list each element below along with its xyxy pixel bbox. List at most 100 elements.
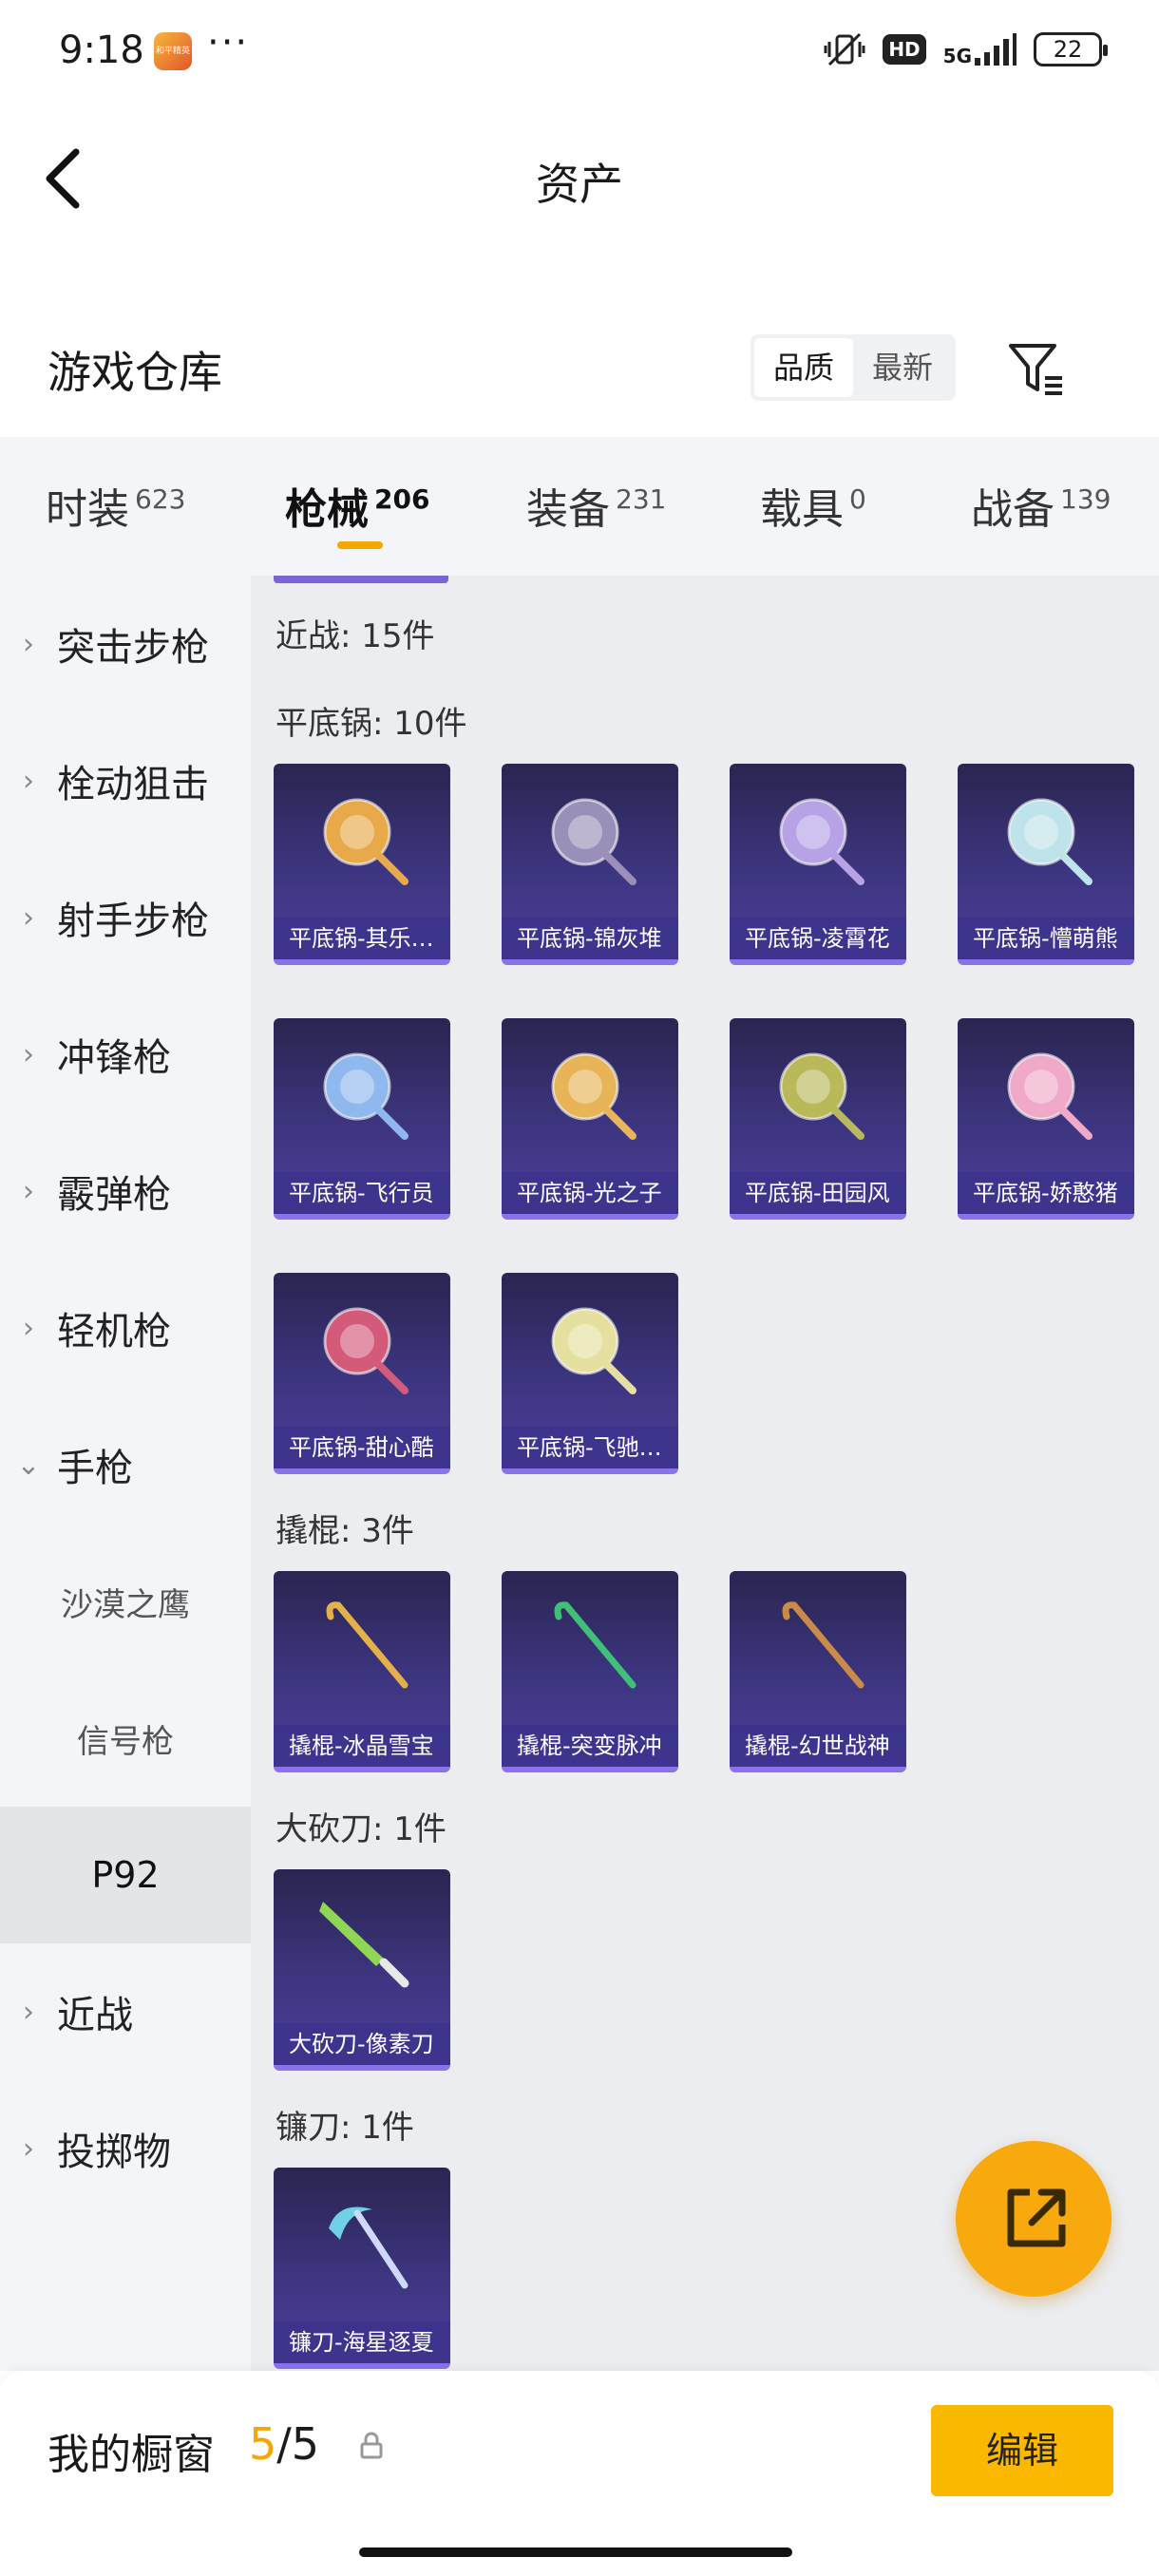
tab-count: 206 — [374, 483, 430, 516]
sort-toggle: 品质 最新 — [750, 334, 956, 401]
item-card-name: 平底锅-娇憨猪 — [958, 1172, 1134, 1214]
sort-quality-button[interactable]: 品质 — [754, 338, 853, 397]
sidebar-item-melee[interactable]: › 近战 — [0, 1943, 251, 2080]
filter-icon — [1009, 344, 1062, 395]
item-card-name: 平底锅-锦灰堆 — [502, 918, 678, 959]
item-card-name: 平底锅-田园风 — [730, 1172, 906, 1214]
game-app-icon: 和平精英 — [154, 32, 192, 70]
sidebar-item-pistol[interactable]: ⌄ 手枪 — [0, 1396, 251, 1533]
status-icons: HD 5G 22 — [824, 30, 1108, 68]
sidebar-subitem-flare-gun[interactable]: 信号枪 — [0, 1670, 251, 1807]
tab-count: 0 — [849, 483, 866, 516]
group-label: 平底锅: 10件 — [276, 705, 467, 743]
battery-icon: 22 — [1034, 32, 1108, 66]
frying-pan-icon — [323, 798, 408, 885]
item-card-name: 撬棍-幻世战神 — [730, 1725, 906, 1767]
item-card[interactable]: 平底锅-凌霄花 — [730, 764, 906, 965]
sort-newest-button[interactable]: 最新 — [853, 338, 952, 397]
item-card[interactable]: 撬棍-突变脉冲 — [502, 1571, 678, 1772]
tab-label: 战备 — [971, 485, 1054, 534]
sidebar-item-assault-rifle[interactable]: › 突击步枪 — [0, 576, 251, 712]
tab-fashion[interactable]: 时装 623 — [46, 475, 185, 536]
item-card[interactable]: 大砍刀-像素刀 — [274, 1869, 450, 2071]
melee-total-label: 近战: 15件 — [276, 617, 435, 655]
tab-vehicles[interactable]: 载具 0 — [760, 475, 866, 536]
status-bar: 9:18 和平精英 ··· HD 5G 22 — [0, 0, 1159, 104]
item-card[interactable]: 撬棍-幻世战神 — [730, 1571, 906, 1772]
item-card[interactable]: 平底锅-娇憨猪 — [958, 1018, 1134, 1220]
tab-guns[interactable]: 枪械 206 — [285, 475, 429, 536]
previous-card-edge — [274, 576, 448, 583]
page-title: 资产 — [536, 159, 623, 210]
item-card-name: 平底锅-懵萌熊 — [958, 918, 1134, 959]
scythe-icon — [329, 2207, 408, 2289]
item-card-name: 平底锅-飞驰人生 — [502, 1427, 678, 1468]
showcase-count: 5/5 — [249, 2418, 319, 2470]
top-nav: 资产 — [0, 114, 1159, 237]
signal-bars-icon — [975, 33, 1016, 66]
tab-supplies[interactable]: 战备 139 — [971, 475, 1111, 536]
tab-count: 623 — [135, 483, 186, 516]
tab-label: 载具 — [760, 485, 844, 534]
item-card[interactable]: 平底锅-光之子 — [502, 1018, 678, 1220]
sidebar-item-lmg[interactable]: › 轻机枪 — [0, 1260, 251, 1396]
sidebar-item-bolt-sniper[interactable]: › 栓动狙击 — [0, 712, 251, 849]
item-card[interactable]: 平底锅-其乐融融 — [274, 764, 450, 965]
frying-pan-icon — [779, 798, 864, 885]
frying-pan-icon — [551, 1052, 636, 1140]
sidebar-subitem-p92[interactable]: P92 — [0, 1807, 251, 1943]
item-card-name: 平底锅-凌霄花 — [730, 918, 906, 959]
item-card[interactable]: 平底锅-飞行员 — [274, 1018, 450, 1220]
home-indicator[interactable] — [359, 2548, 792, 2557]
sidebar-item-smg[interactable]: › 冲锋枪 — [0, 986, 251, 1123]
frying-pan-icon — [1007, 798, 1092, 885]
network-label: 5G — [942, 45, 972, 67]
hd-badge: HD — [883, 34, 926, 65]
item-card[interactable]: 平底锅-甜心酷 — [274, 1273, 450, 1474]
sidebar-item-label: 射手步枪 — [57, 900, 209, 943]
item-card[interactable]: 镰刀-海星逐夏 — [274, 2168, 450, 2369]
showcase-separator: / — [276, 2418, 292, 2470]
showcase-title: 我的橱窗 — [48, 2431, 215, 2479]
sidebar-item-marksman-rifle[interactable]: › 射手步枪 — [0, 849, 251, 986]
sidebar-item-throwables[interactable]: › 投掷物 — [0, 2080, 251, 2217]
share-button[interactable] — [956, 2141, 1112, 2297]
item-card-name: 平底锅-飞行员 — [274, 1172, 450, 1214]
item-card[interactable]: 撬棍-冰晶雪宝 — [274, 1571, 450, 1772]
signal-icon: 5G — [943, 33, 1016, 66]
weapon-type-sidebar: › 突击步枪 › 栓动狙击 › 射手步枪 › 冲锋枪 › 霰弹枪 › 轻机枪 ⌄ 手枪 沙漠之… — [0, 576, 251, 2371]
chevron-right-icon: › — [23, 1995, 34, 2029]
item-card[interactable]: 平底锅-懵萌熊 — [958, 764, 1134, 965]
chevron-right-icon: › — [23, 627, 34, 661]
machete-icon — [319, 1902, 409, 1988]
sidebar-item-shotgun[interactable]: › 霰弹枪 — [0, 1123, 251, 1260]
group-label: 撬棍: 3件 — [276, 1512, 414, 1550]
item-card[interactable]: 平底锅-飞驰人生 — [502, 1273, 678, 1474]
item-card-name: 撬棍-冰晶雪宝 — [274, 1725, 450, 1767]
warehouse-title: 游戏仓库 — [48, 347, 222, 398]
category-tabs: 时装 623 枪械 206 装备 231 载具 0 战备 139 — [0, 437, 1159, 576]
item-card[interactable]: 平底锅-锦灰堆 — [502, 764, 678, 965]
tab-count: 139 — [1060, 483, 1112, 516]
sidebar-item-label: 轻机枪 — [57, 1310, 171, 1354]
chevron-right-icon: › — [23, 1174, 34, 1208]
status-more-icon: ··· — [207, 21, 250, 65]
sidebar-item-label: 突击步枪 — [57, 626, 209, 670]
sidebar-item-label: 近战 — [57, 1994, 133, 2037]
item-card-name: 撬棍-突变脉冲 — [502, 1725, 678, 1767]
sidebar-item-label: 栓动狙击 — [57, 763, 209, 806]
edit-button[interactable]: 编辑 — [931, 2405, 1113, 2496]
frying-pan-icon — [323, 1307, 408, 1394]
assets-page: 9:18 和平精英 ··· HD 5G 22 资产 游戏仓库 品质 最新 时装 … — [0, 0, 1159, 2576]
item-card-name: 平底锅-甜心酷 — [274, 1427, 450, 1468]
sidebar-item-label: 霰弹枪 — [57, 1173, 171, 1217]
chevron-right-icon: › — [23, 2131, 34, 2166]
item-card[interactable]: 平底锅-田园风 — [730, 1018, 906, 1220]
crowbar-icon — [554, 1601, 636, 1689]
sidebar-subitem-desert-eagle[interactable]: 沙漠之鹰 — [0, 1533, 251, 1670]
tab-equipment[interactable]: 装备 231 — [526, 475, 666, 536]
item-grid-area: 近战: 15件 平底锅: 10件 平底锅-其乐融融 平底锅-锦灰堆 平底锅-凌霄花 平底… — [251, 576, 1159, 2371]
frying-pan-icon — [779, 1052, 864, 1140]
filter-button[interactable] — [1007, 340, 1066, 399]
chevron-right-icon: › — [23, 900, 34, 935]
